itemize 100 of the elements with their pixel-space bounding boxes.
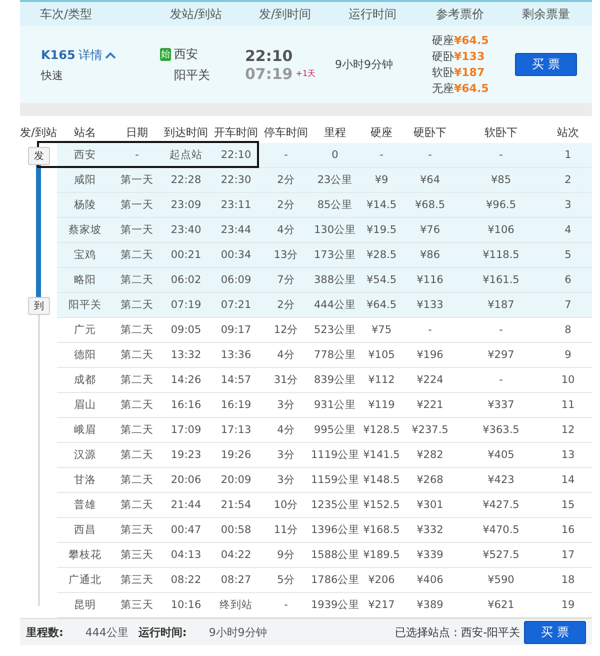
table-cell-text: 4分 — [276, 423, 296, 437]
seat-type: 无座 — [432, 82, 454, 95]
stop-row[interactable]: 阳平关 第二天 07:19 07:21 2分 444公里 ¥64.5 ¥133 ¥187 7 — [57, 293, 592, 318]
table-cell-text: ¥75 — [370, 324, 393, 336]
table-cell-text: 16:19 — [220, 399, 252, 411]
stop-row[interactable]: 宝鸡 第二天 00:21 00:34 13分 173公里 ¥28.5 ¥86 ¥118.5 5 — [57, 243, 592, 268]
table-cell-text: 04:22 — [220, 549, 252, 561]
table-cell-text: ¥224 — [416, 374, 444, 386]
table-cell-text: 第二天 — [120, 248, 154, 262]
table-cell-text: 08:22 — [170, 574, 202, 586]
table-cell-text: ¥297 — [486, 349, 516, 361]
table-cell-text: 5 — [564, 249, 572, 261]
table-cell-text: 眉山 — [73, 398, 97, 412]
chevron-icon[interactable] — [105, 52, 116, 58]
table-cell-text: 13 — [560, 449, 576, 461]
table-cell-text: 23公里 — [316, 173, 354, 187]
arrive-time: 07:19 — [245, 64, 293, 82]
table-cell-text: ¥152.5 — [362, 499, 401, 511]
table-cell-text: 31分 — [272, 373, 300, 387]
table-cell-text: 8 — [564, 324, 572, 336]
table-cell-text: 第二天 — [120, 498, 154, 512]
table-cell: 1396公里 — [311, 523, 359, 537]
table-cell-text: 2 — [564, 174, 572, 186]
table-cell-text: 12 — [560, 424, 576, 436]
table-cell-text: 9分 — [276, 548, 296, 562]
buy-button[interactable]: 买 票 — [524, 620, 586, 644]
column-header: 发站/到站 — [169, 6, 222, 22]
stop-row[interactable]: 蔡家坡 第一天 23:40 23:44 4分 130公里 ¥19.5 ¥76 ¥106 4 — [57, 218, 592, 243]
table-cell-text: ¥161.5 — [482, 274, 520, 286]
table-cell-text: 22:28 — [170, 174, 202, 186]
table-cell-text: 19:26 — [220, 449, 252, 461]
table-cell-text: ¥332 — [416, 524, 444, 536]
table-cell-text: 06:02 — [170, 274, 202, 286]
price: ¥64.5 — [454, 82, 489, 95]
table-cell: 1939公里 — [311, 598, 359, 612]
column-header: 硬座 — [370, 124, 394, 140]
table-cell-text: 1 — [564, 149, 572, 161]
table-cell-text: 第三天 — [120, 573, 154, 587]
table-cell-text: 第二天 — [120, 273, 154, 287]
table-cell-text: 4 — [564, 224, 572, 236]
table-cell-text: 10 — [560, 374, 576, 386]
stop-row[interactable]: 西安 - 起点站 22:10 - 0 - - - 1 — [57, 143, 592, 168]
table-cell-text: 23:40 — [170, 224, 202, 236]
table-cell: 1786公里 — [311, 573, 359, 587]
price: ¥187 — [454, 66, 485, 79]
table-cell-text: 2分 — [276, 298, 296, 312]
table-cell-text: 20:06 — [170, 474, 202, 486]
table-cell-text: 22:30 — [220, 174, 252, 186]
column-header: 硬卧下 — [412, 124, 448, 140]
table-cell-text: ¥221 — [416, 399, 444, 411]
table-cell-text: ¥19.5 — [365, 224, 398, 236]
table-cell-text: 昆明 — [73, 598, 97, 612]
table-cell-text: 00:47 — [170, 524, 202, 536]
stop-row[interactable]: 略阳 第二天 06:02 06:09 7分 388公里 ¥54.5 ¥116 ¥161.5 6 — [57, 268, 592, 293]
table-cell-text: ¥363.5 — [482, 424, 520, 436]
table-cell-text: ¥14.5 — [365, 199, 398, 211]
table-cell-text: 3分 — [276, 473, 296, 487]
table-cell-text: 839公里 — [312, 373, 358, 387]
seat-type: 硬卧 — [432, 50, 454, 63]
table-cell-text: ¥118.5 — [482, 249, 520, 261]
column-header: 软卧下 — [484, 124, 518, 140]
table-cell-text: ¥268 — [416, 474, 444, 486]
table-cell-text: - — [378, 149, 384, 161]
table-cell: 1119公里 — [311, 448, 359, 462]
table-cell-text: 咸阳 — [73, 173, 97, 187]
duration: 9小时9分钟 — [335, 58, 393, 71]
station-tag: 发 — [28, 147, 50, 165]
column-header: 里程 — [323, 124, 347, 140]
table-cell-text: 07:21 — [220, 299, 252, 311]
table-cell-text: 峨眉 — [73, 423, 97, 437]
table-cell-text: ¥427.5 — [482, 499, 520, 511]
table-cell-text: ¥389 — [416, 599, 444, 611]
train-number[interactable]: K165 — [41, 48, 76, 62]
buy-button[interactable]: 买 票 — [515, 53, 577, 76]
table-cell-text: 4分 — [276, 348, 296, 362]
table-cell-text: ¥76 — [418, 224, 442, 236]
selected-stations: 已选择站点：西安-阳平关 — [395, 624, 520, 640]
table-cell-text: ¥85 — [490, 174, 512, 186]
table-cell-text: ¥196 — [416, 349, 444, 361]
table-cell-text: 23:11 — [220, 199, 252, 211]
table-cell-text: 15 — [560, 499, 576, 511]
table-cell-text: 17 — [560, 549, 576, 561]
table-cell-text: ¥189.5 — [362, 549, 401, 561]
table-cell-text: - — [427, 324, 433, 336]
stop-row[interactable]: 咸阳 第一天 22:28 22:30 2分 23公里 ¥9 ¥64 ¥85 2 — [57, 168, 592, 193]
table-cell-text: ¥128.5 — [362, 424, 401, 436]
train-type: 快速 — [41, 68, 64, 82]
table-cell-text: 13:36 — [220, 349, 252, 361]
table-cell-text: 第一天 — [120, 173, 154, 187]
stop-row[interactable]: 杨陵 第一天 23:09 23:11 2分 85公里 ¥14.5 ¥68.5 ¥96.5 3 — [57, 193, 592, 218]
table-cell-text: 第二天 — [120, 473, 154, 487]
table-cell-text: ¥470.5 — [482, 524, 520, 536]
table-cell-text: - — [283, 149, 289, 161]
table-cell-text: 130公里 — [312, 223, 358, 237]
details-link[interactable]: 详情 — [78, 46, 102, 64]
table-cell-text: 第一天 — [120, 198, 154, 212]
table-cell-text: 18 — [560, 574, 576, 586]
column-header: 站名 — [73, 124, 97, 140]
column-header: 站次 — [556, 124, 580, 140]
table-cell-text: 21:54 — [220, 499, 252, 511]
